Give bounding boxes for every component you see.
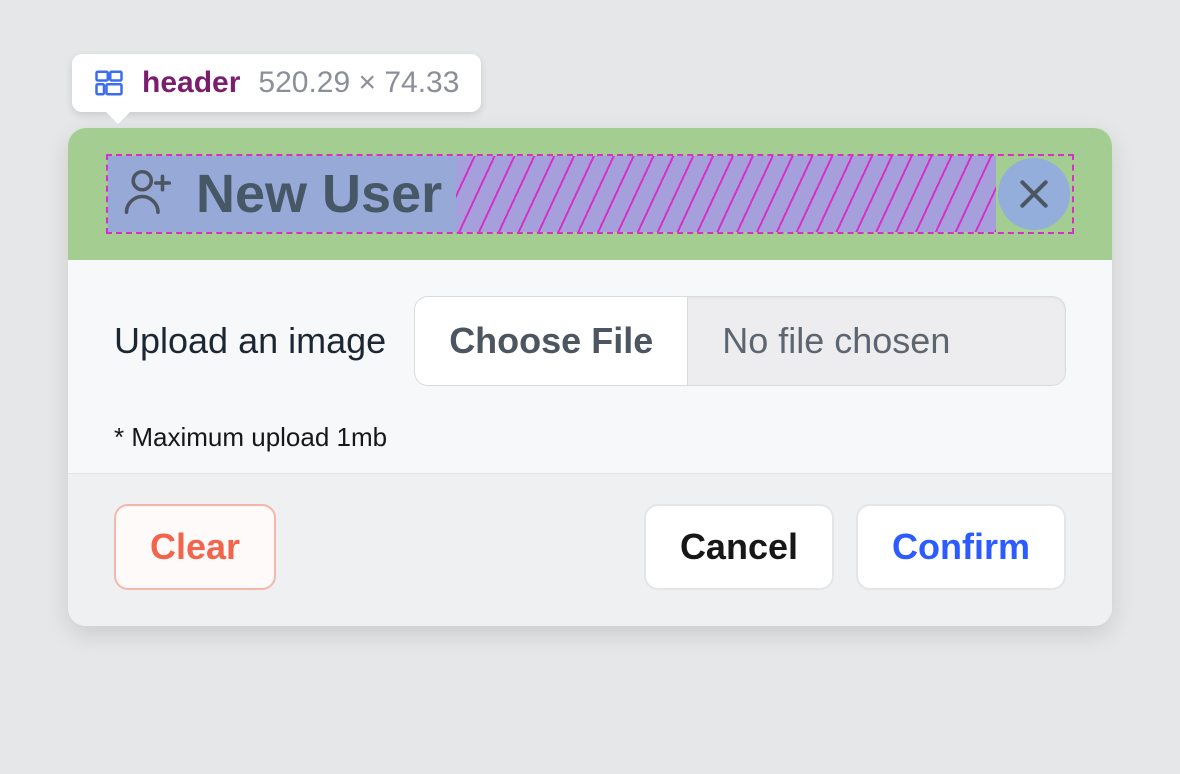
clear-button[interactable]: Clear [114, 504, 276, 590]
header-flex-spacer [456, 156, 996, 232]
cancel-button[interactable]: Cancel [644, 504, 834, 590]
dialog-body: Upload an image Choose File No file chos… [68, 260, 1112, 473]
upload-label: Upload an image [114, 320, 386, 362]
dialog-title-group: New User [108, 156, 456, 232]
dialog-header: New User [68, 128, 1112, 260]
inspect-element-dimensions: 520.29 × 74.33 [258, 66, 459, 100]
confirm-button[interactable]: Confirm [856, 504, 1066, 590]
close-button[interactable] [996, 156, 1072, 232]
file-input[interactable]: Choose File No file chosen [414, 296, 1066, 386]
dialog-header-inner: New User [108, 156, 1072, 232]
new-user-dialog: New User Upload an image Choose File No … [68, 128, 1112, 626]
close-icon [1014, 174, 1054, 214]
inspect-element-name: header [142, 66, 240, 100]
devtools-inspect-tooltip: header 520.29 × 74.33 [72, 54, 481, 112]
file-status-text: No file chosen [688, 297, 1065, 385]
dialog-title: New User [196, 163, 442, 225]
upload-row: Upload an image Choose File No file chos… [114, 296, 1066, 386]
add-user-icon [122, 165, 176, 224]
dialog-footer: Clear Cancel Confirm [68, 473, 1112, 626]
choose-file-button[interactable]: Choose File [415, 297, 688, 385]
layout-icon [94, 68, 124, 98]
upload-hint: * Maximum upload 1mb [114, 422, 1066, 453]
